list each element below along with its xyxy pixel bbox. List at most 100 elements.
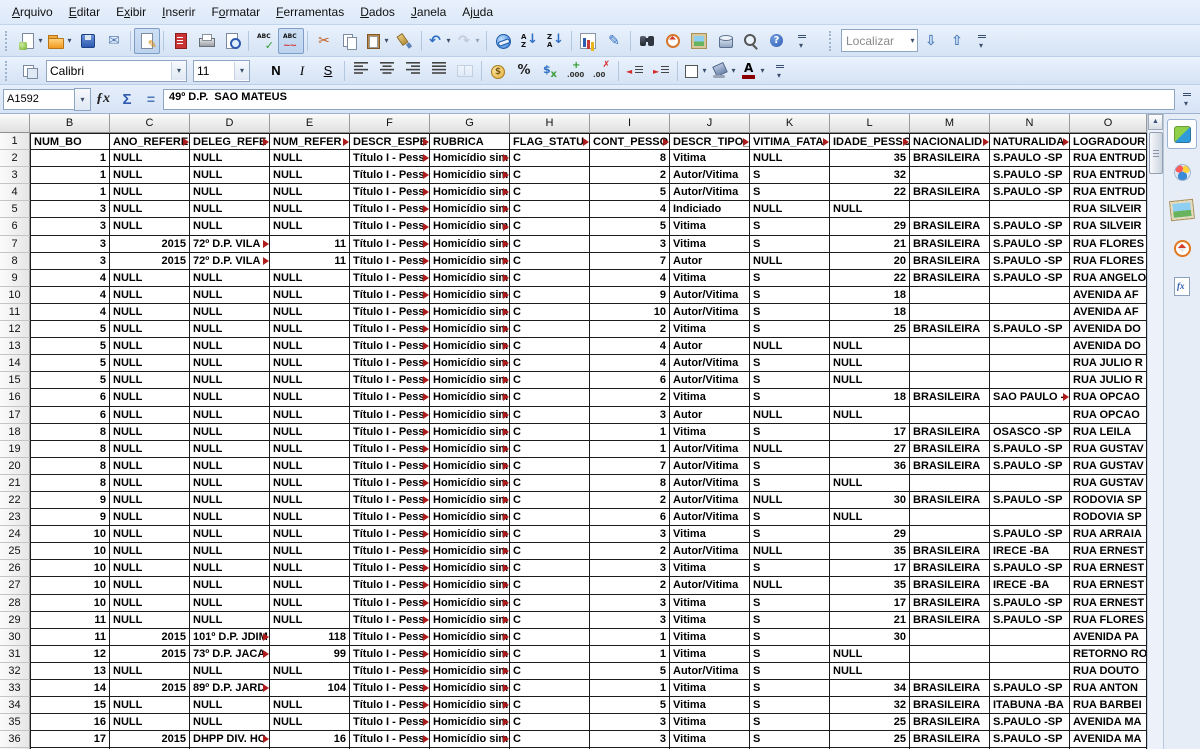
cell[interactable]: Homicídio sim — [430, 287, 510, 304]
cell[interactable]: NULL — [270, 697, 350, 714]
cell[interactable]: NULL — [270, 389, 350, 406]
cell[interactable]: NULL — [270, 321, 350, 338]
cell[interactable]: RUA ERNEST — [1070, 577, 1147, 594]
cell[interactable]: NULL — [270, 475, 350, 492]
cell[interactable]: NULL — [750, 150, 830, 167]
cell[interactable]: NULL — [270, 304, 350, 321]
cell[interactable]: S.PAULO -SP — [990, 236, 1070, 253]
cell[interactable]: NUM_BO — [30, 133, 110, 150]
cell[interactable]: Título I - Pess — [350, 355, 430, 372]
background-color-button[interactable] — [710, 58, 739, 84]
cell[interactable]: NULL — [110, 321, 190, 338]
align-justify-button[interactable] — [426, 58, 452, 84]
cell[interactable]: RUA ERNEST — [1070, 560, 1147, 577]
cell[interactable]: 1 — [590, 629, 670, 646]
cell[interactable]: Autor/Vitima — [670, 355, 750, 372]
cell[interactable]: Homicídio sim — [430, 167, 510, 184]
cell[interactable]: AVENIDA AF — [1070, 304, 1147, 321]
cell[interactable]: Homicídio sim — [430, 372, 510, 389]
cell[interactable]: 27 — [830, 441, 910, 458]
cell[interactable]: RUA OPCAO — [1070, 389, 1147, 406]
cell[interactable]: 5 — [30, 321, 110, 338]
cell[interactable]: NULL — [110, 372, 190, 389]
cell[interactable]: RUA FLORES — [1070, 253, 1147, 270]
cell[interactable]: NULL — [110, 407, 190, 424]
cell[interactable]: RUA OPCAO — [1070, 407, 1147, 424]
cell[interactable]: Homicídio sim — [430, 663, 510, 680]
cell[interactable]: Título I - Pess — [350, 731, 430, 748]
cell[interactable]: NULL — [110, 475, 190, 492]
row-number[interactable]: 24 — [0, 526, 30, 543]
cell[interactable]: NULL — [190, 218, 270, 235]
cell[interactable]: S.PAULO -SP — [990, 458, 1070, 475]
cell[interactable]: SAO PAULO - — [990, 389, 1070, 406]
cell[interactable]: Indiciado — [670, 201, 750, 218]
menu-inserir[interactable]: Inserir — [154, 2, 203, 22]
cell[interactable]: Homicídio sim — [430, 492, 510, 509]
cell[interactable]: NULL — [110, 509, 190, 526]
cell[interactable]: Título I - Pess — [350, 509, 430, 526]
cell[interactable]: 9 — [30, 492, 110, 509]
cell[interactable]: C — [510, 441, 590, 458]
font-size-combo-value[interactable] — [194, 63, 234, 79]
cell[interactable]: NULL — [110, 150, 190, 167]
cell[interactable]: S.PAULO -SP — [990, 731, 1070, 748]
row-number[interactable]: 4 — [0, 184, 30, 201]
cell[interactable]: IRECE -BA — [990, 543, 1070, 560]
cell[interactable] — [910, 355, 990, 372]
cell[interactable]: C — [510, 167, 590, 184]
cell[interactable]: BRASILEIRA — [910, 560, 990, 577]
cell[interactable]: 22 — [830, 184, 910, 201]
cell[interactable]: Vitima — [670, 236, 750, 253]
find-previous-button[interactable]: ⇧ — [944, 28, 970, 54]
cell[interactable]: NULL — [190, 612, 270, 629]
cell[interactable]: NULL — [270, 560, 350, 577]
cell[interactable]: NULL — [110, 424, 190, 441]
cell[interactable]: C — [510, 372, 590, 389]
cell[interactable]: 10 — [30, 543, 110, 560]
cell[interactable]: 16 — [270, 731, 350, 748]
cell[interactable] — [990, 355, 1070, 372]
cell[interactable]: BRASILEIRA — [910, 680, 990, 697]
cut-button[interactable]: ✂ — [311, 28, 337, 54]
cell[interactable]: S — [750, 526, 830, 543]
cell[interactable]: BRASILEIRA — [910, 441, 990, 458]
cell[interactable]: Autor/Vitima — [670, 577, 750, 594]
cell[interactable]: S — [750, 236, 830, 253]
cell[interactable]: NULL — [270, 424, 350, 441]
cell[interactable]: 3 — [30, 236, 110, 253]
auto-spellcheck-button[interactable] — [278, 28, 304, 54]
cell[interactable]: Título I - Pess — [350, 577, 430, 594]
cell[interactable]: BRASILEIRA — [910, 253, 990, 270]
cell[interactable]: S — [750, 646, 830, 663]
cell[interactable]: BRASILEIRA — [910, 458, 990, 475]
cell[interactable]: S — [750, 697, 830, 714]
cell[interactable]: Vitima — [670, 150, 750, 167]
cell[interactable]: S — [750, 612, 830, 629]
row-number[interactable]: 29 — [0, 612, 30, 629]
cell[interactable]: NULL — [190, 201, 270, 218]
cell[interactable]: NACIONALID — [910, 133, 990, 150]
cell[interactable]: BRASILEIRA — [910, 577, 990, 594]
row-number[interactable]: 31 — [0, 646, 30, 663]
cell[interactable]: 10 — [30, 595, 110, 612]
cell[interactable]: NULL — [270, 543, 350, 560]
cell[interactable]: NULL — [830, 475, 910, 492]
row-number[interactable]: 25 — [0, 543, 30, 560]
cell[interactable]: RUA FLORES — [1070, 236, 1147, 253]
cell[interactable]: Vitima — [670, 595, 750, 612]
cell[interactable]: Título I - Pess — [350, 287, 430, 304]
cell[interactable]: C — [510, 253, 590, 270]
sidebar-tab-gallery[interactable] — [1167, 195, 1197, 225]
cell[interactable]: NULL — [270, 714, 350, 731]
cell[interactable]: S.PAULO -SP — [990, 253, 1070, 270]
sort-ascending-button[interactable] — [516, 28, 542, 54]
cell[interactable]: RUA ERNEST — [1070, 543, 1147, 560]
cell[interactable]: NULL — [190, 321, 270, 338]
column-header-C[interactable]: C — [110, 114, 190, 133]
cell[interactable]: NULL — [270, 287, 350, 304]
cell[interactable]: NULL — [110, 441, 190, 458]
cell[interactable]: C — [510, 355, 590, 372]
cell[interactable]: Vitima — [670, 424, 750, 441]
cell[interactable]: Vitima — [670, 714, 750, 731]
